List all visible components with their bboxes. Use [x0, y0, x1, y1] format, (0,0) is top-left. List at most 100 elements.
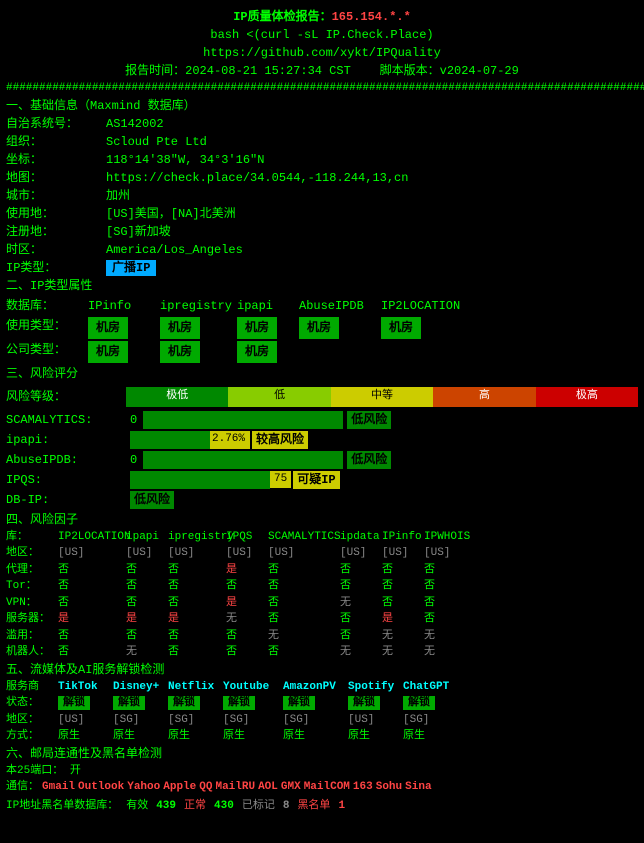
risk-bar-label: 风险等级： [6, 388, 126, 406]
section4-header: 四、风险因子 [6, 511, 638, 529]
media-method-row: 方式： 原生 原生 原生 原生 原生 原生 原生 [6, 728, 638, 745]
dbip-label: DB-IP: [6, 491, 126, 509]
factor-val-0-6: 否 [382, 562, 424, 579]
factor-row-2: VPN：否否否是否无否否 [6, 595, 638, 612]
ipapi-row: ipapi: 2.76% 较高风险 [6, 431, 638, 449]
factor-val-5-1: 无 [126, 644, 168, 661]
ipapi-bar-wrap: 2.76% 较高风险 [130, 431, 308, 449]
svc-netflix: Netflix [168, 679, 223, 696]
factor-row-5: 机器人：否无否否否无无无 [6, 644, 638, 661]
svc-amazonpv: AmazonPV [283, 679, 348, 696]
region-1: [US] [126, 545, 168, 562]
ipqs-row: IPQS: 75 可疑IP [6, 471, 638, 489]
db-ipapi: ipapi [237, 297, 297, 315]
factor-row-label-0: 代理： [6, 562, 58, 579]
mm-1: 原生 [113, 728, 168, 745]
region-3: [US] [226, 545, 268, 562]
st-1: 解锁 [113, 695, 168, 712]
iptype-value: 广播IP [106, 259, 638, 277]
usage-label: 使用地： [6, 205, 106, 223]
section1-content: 自治系统号： AS142002 组织： Scloud Pte Ltd 坐标： 1… [6, 115, 638, 277]
factor-val-3-6: 是 [382, 611, 424, 628]
svc-chatgpt: ChatGPT [403, 679, 458, 696]
factor-val-2-0: 否 [58, 595, 126, 612]
isp-sohu: Sohu [376, 779, 402, 796]
factor-val-0-2: 否 [168, 562, 226, 579]
tz-value: America/Los_Angeles [106, 241, 638, 259]
ipapi-bar-green [130, 431, 210, 449]
mr-1: [SG] [113, 712, 168, 729]
factor-row-label-1: Tor： [6, 578, 58, 595]
factor-val-3-2: 是 [168, 611, 226, 628]
factor-ipinfo: IPinfo [382, 529, 424, 546]
block-label: 黑名单 [297, 798, 330, 815]
region-label5: 地区： [6, 712, 58, 729]
factor-header-row: 库： IP2LOCATION ipapi ipregistry IPQS SCA… [6, 529, 638, 546]
media-service-row: 服务商 TikTok Disney+ Netflix Youtube Amazo… [6, 679, 638, 696]
github-link[interactable]: https://github.com/xykt/IPQuality [6, 44, 638, 62]
service-label: 服务商 [6, 679, 58, 696]
factor-val-1-2: 否 [168, 578, 226, 595]
abuseipdb-usage: 机房 [299, 317, 379, 339]
reg-label: 注册地： [6, 223, 106, 241]
mr-5: [US] [348, 712, 403, 729]
db-ip2location: IP2LOCATION [381, 297, 471, 315]
abuseipdb-row: AbuseIPDB: 0 低风险 [6, 451, 638, 469]
factor-val-5-5: 无 [340, 644, 382, 661]
isp-qq: QQ [199, 779, 212, 796]
isp-apple: Apple [163, 779, 196, 796]
err-num: 430 [214, 798, 234, 815]
abuseipdb-label: AbuseIPDB: [6, 451, 126, 469]
scamalytics-bar [143, 411, 343, 429]
factor-val-3-7: 否 [424, 611, 479, 628]
map-value[interactable]: https://check.place/34.0544,-118.244,13,… [106, 169, 638, 187]
st-4: 解锁 [283, 695, 348, 712]
ipinfo-company: 机房 [88, 341, 158, 363]
marked-label: 已标记 [242, 798, 275, 815]
risk-very-low: 极低 [126, 387, 228, 407]
factor-ipdata: ipdata [340, 529, 382, 546]
scamalytics-row: SCAMALYTICS: 0 低风险 [6, 411, 638, 429]
tz-label: 时区： [6, 241, 106, 259]
mr-6: [SG] [403, 712, 458, 729]
factor-row-label-2: VPN： [6, 595, 58, 612]
mr-4: [SG] [283, 712, 348, 729]
factor-val-3-5: 否 [340, 611, 382, 628]
bash-cmd: bash <(curl -sL IP.Check.Place) [6, 26, 638, 44]
map-label: 地图： [6, 169, 106, 187]
ipregistry-usage: 机房 [160, 317, 235, 339]
factor-row-label-3: 服务器： [6, 611, 58, 628]
isp-163: 163 [353, 779, 373, 796]
factor-region-row: 地区： [US] [US] [US] [US] [US] [US] [US] [… [6, 545, 638, 562]
city-value: 加州 [106, 187, 638, 205]
factor-val-0-4: 否 [268, 562, 340, 579]
dbip-tag: 低风险 [130, 491, 174, 509]
as-value: AS142002 [106, 115, 638, 133]
risk-medium: 中等 [331, 387, 433, 407]
mr-2: [SG] [168, 712, 223, 729]
coord-value: 118°14'38"W, 34°3'16"N [106, 151, 638, 169]
factor-val-2-5: 无 [340, 595, 382, 612]
st-2: 解锁 [168, 695, 223, 712]
factor-val-4-0: 否 [58, 628, 126, 645]
abuseipdb-company [299, 341, 379, 363]
factor-val-2-2: 否 [168, 595, 226, 612]
section3-header: 三、风险评分 [6, 365, 638, 383]
factor-val-3-1: 是 [126, 611, 168, 628]
ip2location-company [381, 341, 471, 363]
scamalytics-tag: 低风险 [347, 411, 391, 429]
factor-ip2loc: IP2LOCATION [58, 529, 126, 546]
st-0: 解锁 [58, 695, 113, 712]
mr-0: [US] [58, 712, 113, 729]
factor-val-4-3: 否 [226, 628, 268, 645]
factor-lib-label: 库： [6, 529, 58, 546]
st-5: 解锁 [348, 695, 403, 712]
iptype-label: IP类型： [6, 259, 106, 277]
port-row: 本25端口： 开 [6, 763, 638, 780]
factor-val-1-6: 否 [382, 578, 424, 595]
isp-outlook: Outlook [78, 779, 124, 796]
dbip-row: DB-IP: 低风险 [6, 491, 638, 509]
factor-val-2-1: 否 [126, 595, 168, 612]
factor-val-4-5: 否 [340, 628, 382, 645]
region-0: [US] [58, 545, 126, 562]
